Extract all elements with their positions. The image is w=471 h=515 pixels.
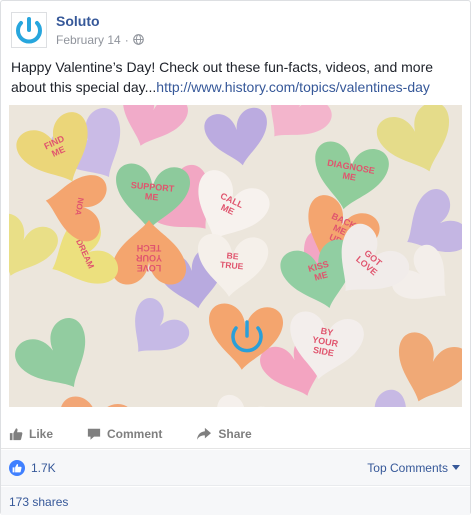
candy-heart-text: LOVE — [137, 263, 162, 273]
candy-heart-text: TRUE — [220, 259, 244, 271]
candy-heart-text: ME — [144, 191, 158, 202]
post-link[interactable]: http://www.history.com/topics/valentines… — [156, 79, 430, 95]
like-count[interactable]: 1.7K — [9, 459, 56, 476]
separator: · — [124, 32, 129, 47]
post-timestamp: February 14 · — [56, 32, 144, 48]
comment-label: Comment — [107, 426, 163, 441]
post-card: Soluto February 14 · Happy Valentine’s D… — [0, 0, 471, 515]
page-name[interactable]: Soluto — [56, 13, 144, 30]
post-header: Soluto February 14 · — [11, 10, 144, 50]
candy-heart-text: YOUR — [136, 253, 163, 263]
thumbs-up-icon — [9, 427, 23, 440]
candy-heart-text: TECH — [137, 243, 162, 253]
share-button[interactable]: Share — [196, 426, 252, 441]
reactions-bar: 1.7K Top Comments — [1, 450, 470, 486]
share-icon — [197, 427, 212, 440]
top-comments-dropdown[interactable]: Top Comments — [367, 461, 460, 475]
comment-button[interactable]: Comment — [87, 427, 162, 441]
post-date[interactable]: February 14 — [56, 32, 121, 48]
like-reaction-icon — [9, 459, 25, 476]
page-avatar[interactable] — [11, 12, 47, 48]
like-button[interactable]: Like — [9, 427, 53, 441]
share-count[interactable]: 173 shares — [9, 495, 68, 509]
globe-icon[interactable] — [132, 34, 144, 45]
top-comments-label: Top Comments — [367, 460, 448, 475]
post-text: Happy Valentine’s Day! Check out these f… — [11, 57, 463, 97]
chevron-down-icon — [452, 464, 460, 470]
candy-hearts-image: FINDMESUPPORTME CALLMEDIAGNOSEMEBACKMEUPB… — [9, 105, 462, 407]
like-label: Like — [29, 426, 54, 441]
post-actions: Like Comment Share — [1, 419, 470, 449]
like-count-value: 1.7K — [31, 460, 56, 475]
comment-icon — [87, 428, 101, 440]
post-photo[interactable]: FIND ME SUPPORT ME CALL ME DIAGNOSE ME BACK ME UP B… — [9, 105, 462, 407]
share-label: Share — [218, 426, 252, 441]
shares-bar: 173 shares — [1, 487, 470, 515]
soluto-logo-icon — [16, 17, 42, 44]
